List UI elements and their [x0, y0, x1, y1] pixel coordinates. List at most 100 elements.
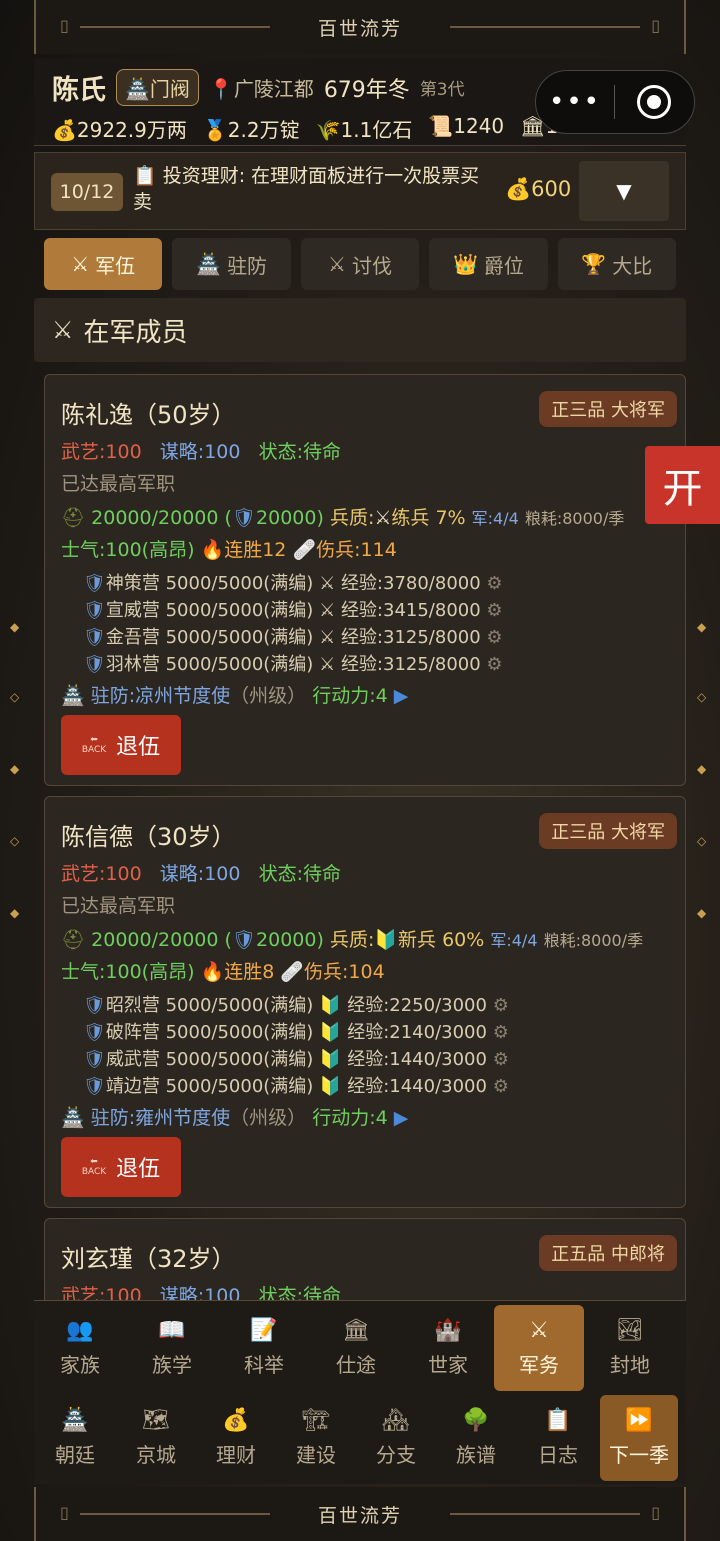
- map-icon: 🗺: [142, 1408, 170, 1433]
- close-miniprogram-button[interactable]: [615, 85, 693, 119]
- resource-gold: 🏅2.2万锭: [203, 114, 300, 143]
- action-points: 行动力:4: [312, 1107, 388, 1129]
- shield-icon: 🛡: [231, 929, 257, 951]
- scroll-icon: 📜: [428, 114, 454, 138]
- garrison-level: （州级）: [230, 1107, 307, 1129]
- castle-icon: 🏯: [61, 685, 85, 707]
- nav-court[interactable]: 🏯 朝廷: [34, 1395, 116, 1481]
- banner-title: 百世流芳: [317, 17, 402, 40]
- unit-row: 🛡昭烈营 5000/5000(满编) 🔰 经验:2250/3000 ⚙: [83, 991, 509, 1017]
- action-points: 行动力:4: [312, 685, 388, 707]
- banner-title: 百世流芳: [317, 1504, 402, 1527]
- memo-icon: 📝: [250, 1318, 278, 1343]
- gear-icon[interactable]: ⚙: [493, 1022, 509, 1043]
- task-description[interactable]: 📋 投资理财: 在理财面板进行一次股票买卖: [133, 163, 493, 215]
- win-streak: 连胜12: [224, 539, 287, 561]
- gear-icon[interactable]: ⚙: [486, 600, 502, 621]
- nav-capital[interactable]: 🗺 京城: [116, 1395, 196, 1481]
- member-name: 陈信德（30岁）: [61, 823, 236, 851]
- next-season-button[interactable]: ⏩ 下一季: [600, 1395, 678, 1481]
- location: 📍广陵江都: [209, 73, 314, 102]
- castle-icon: 🏯: [61, 1107, 85, 1129]
- play-icon[interactable]: ▶: [394, 1107, 409, 1129]
- nav-log[interactable]: 📋 日志: [516, 1395, 600, 1481]
- military-tabs: ⚔ 军伍 🏯 驻防 ⚔ 讨伐 👑 爵位 🏆 大比: [44, 238, 677, 290]
- unit-exp: 经验:2250/3000: [347, 995, 487, 1016]
- unit-row: 🛡靖边营 5000/5000(满编) 🔰 经验:1440/3000 ⚙: [83, 1072, 509, 1098]
- shield-icon: 🛡: [83, 995, 106, 1016]
- gear-icon[interactable]: ⚙: [486, 627, 502, 648]
- unit-count: 5000/5000(满编): [165, 654, 314, 675]
- nav-construction[interactable]: 🏗 建设: [276, 1395, 356, 1481]
- banner-cap-right: ▯: [651, 1503, 660, 1522]
- unit-count: 5000/5000(满编): [165, 600, 314, 621]
- shield-icon: 🛡: [83, 627, 106, 648]
- side-diamond-icon: ◆: [697, 762, 707, 776]
- nav-military[interactable]: ⚔ 军务: [494, 1305, 584, 1391]
- nav-noble-houses[interactable]: 🏰 世家: [402, 1305, 494, 1391]
- side-diamond-icon: ◆: [697, 620, 707, 634]
- pin-icon: 📍: [208, 77, 234, 101]
- resource-grain: 🌾1.1亿石: [316, 114, 413, 143]
- more-button[interactable]: •••: [536, 87, 614, 117]
- troop-info: ⛑ 20000/20000 (🛡20000) 兵质:🔰新兵 60% 军:4/4 …: [61, 925, 643, 952]
- side-diamond-icon: ◇: [10, 690, 20, 704]
- shield-icon: 🛡: [83, 1022, 106, 1043]
- helmet-icon: ⛑: [61, 929, 86, 951]
- back-label: BACK: [81, 745, 107, 755]
- member-list[interactable]: 陈礼逸（50岁） 正三品 大将军 武艺:100 谋略:100 状态:待命 已达最…: [44, 372, 686, 1300]
- clan-rank-badge[interactable]: 🏯门阀: [116, 69, 199, 106]
- nav-clan-school[interactable]: 📖 族学: [126, 1305, 218, 1391]
- task-toggle-button[interactable]: ▼: [579, 161, 669, 221]
- retire-button[interactable]: ⬅ BACK 退伍: [61, 715, 181, 775]
- nav-family[interactable]: 👥 家族: [34, 1305, 126, 1391]
- crossed-swords-icon: ⚔: [319, 627, 336, 648]
- gear-icon[interactable]: ⚙: [486, 573, 502, 594]
- nav-branch[interactable]: 🏘 分支: [356, 1395, 436, 1481]
- crossed-swords-icon: ⚔: [319, 600, 336, 621]
- unit-name: 金吾营: [105, 627, 160, 648]
- tab-garrison[interactable]: 🏯 驻防: [172, 238, 291, 290]
- fast-forward-icon: ⏩: [625, 1408, 653, 1433]
- tab-army[interactable]: ⚔ 军伍: [44, 238, 163, 290]
- nav-finance[interactable]: 💰 理财: [196, 1395, 276, 1481]
- tab-label: 爵位: [483, 253, 524, 278]
- tab-campaign[interactable]: ⚔ 讨伐: [300, 238, 420, 290]
- unit-exp: 经验:2140/3000: [347, 1022, 487, 1043]
- gear-icon[interactable]: ⚙: [493, 995, 509, 1016]
- retire-button[interactable]: ⬅ BACK 退伍: [61, 1137, 181, 1197]
- nav-label: 族学: [152, 1353, 192, 1377]
- resource-gold-value: 2.2万锭: [227, 118, 300, 142]
- back-arrow-icon: ⬅ BACK: [81, 1157, 107, 1177]
- status-stat: 状态:待命: [258, 441, 341, 463]
- open-button[interactable]: 开: [645, 446, 720, 524]
- family-icon: 👥: [66, 1318, 94, 1343]
- tab-tournament[interactable]: 🏆 大比: [557, 238, 677, 290]
- nav-fief[interactable]: 🏞 封地: [584, 1305, 676, 1391]
- task-bar: 10/12 📋 投资理财: 在理财面板进行一次股票买卖 💰600 ▼: [34, 152, 686, 230]
- unit-row: 🛡宣威营 5000/5000(满编) ⚔ 经验:3415/8000 ⚙: [83, 596, 503, 622]
- gear-icon[interactable]: ⚙: [486, 654, 502, 675]
- unit-exp: 经验:1440/3000: [347, 1076, 487, 1097]
- nav-career[interactable]: 🏛 仕途: [310, 1305, 402, 1391]
- play-icon[interactable]: ▶: [394, 685, 409, 707]
- garrison-post[interactable]: 驻防:凉州节度使: [91, 685, 230, 707]
- nav-exam[interactable]: 📝 科举: [218, 1305, 310, 1391]
- gear-icon[interactable]: ⚙: [493, 1076, 509, 1097]
- unit-row: 🛡神策营 5000/5000(满编) ⚔ 经验:3780/8000 ⚙: [83, 569, 503, 595]
- unit-name: 羽林营: [105, 654, 160, 675]
- bandage-icon: 🩹: [280, 961, 305, 983]
- gear-icon[interactable]: ⚙: [493, 1049, 509, 1070]
- tab-nobility[interactable]: 👑 爵位: [429, 238, 548, 290]
- nav-label: 家族: [60, 1353, 100, 1377]
- garrison-post[interactable]: 驻防:雍州节度使: [91, 1107, 230, 1129]
- back-label: BACK: [81, 1167, 107, 1177]
- swords-icon: ⚔: [529, 1318, 549, 1343]
- unit-count: 5000/5000(满编): [165, 1022, 314, 1043]
- side-diamond-icon: ◇: [10, 834, 20, 848]
- unit-exp: 经验:3415/8000: [340, 600, 481, 621]
- castle-icon: 🏯: [196, 252, 222, 276]
- nav-label: 下一季: [609, 1443, 669, 1467]
- nav-genealogy[interactable]: 🌳 族谱: [436, 1395, 516, 1481]
- palace-icon: 🏯: [61, 1408, 89, 1433]
